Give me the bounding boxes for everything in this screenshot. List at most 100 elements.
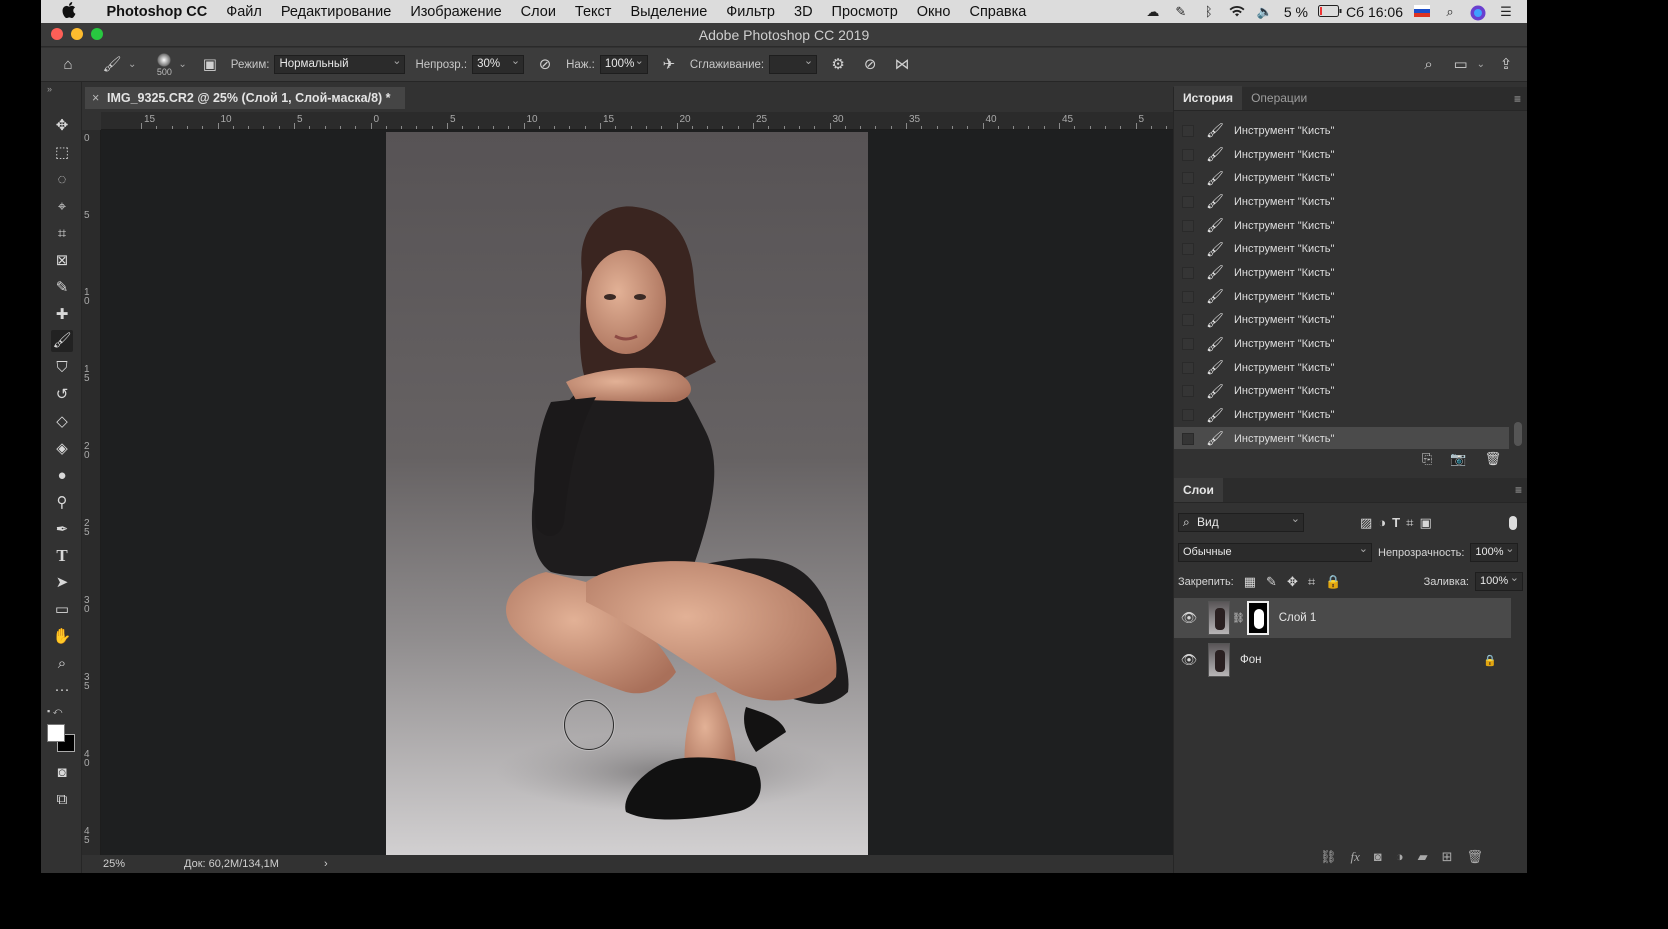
history-item[interactable]: 🖌 Инструмент "Кисть": [1174, 403, 1509, 427]
notification-center-icon[interactable]: ☰: [1497, 4, 1515, 19]
history-item[interactable]: 🖌 Инструмент "Кисть": [1174, 143, 1509, 167]
eyedropper-tool-icon[interactable]: ✎: [51, 277, 73, 299]
layer-name[interactable]: Фон: [1240, 654, 1262, 666]
zoom-window-button[interactable]: [91, 28, 103, 40]
workspace-layout-icon[interactable]: ▭: [1450, 54, 1472, 76]
layer-mask-thumbnail[interactable]: [1246, 601, 1269, 635]
adjustment-layer-icon[interactable]: ◑: [1396, 849, 1404, 865]
mode-dropdown[interactable]: Нормальный: [274, 53, 406, 74]
new-layer-icon[interactable]: ⊞: [1442, 849, 1453, 865]
chevron-down-icon[interactable]: ⌄: [178, 59, 186, 70]
history-brush-source-checkbox[interactable]: [1182, 290, 1194, 303]
history-brush-source-checkbox[interactable]: [1182, 385, 1194, 398]
history-brush-source-checkbox[interactable]: [1182, 361, 1194, 374]
crop-tool-icon[interactable]: ⌗: [51, 223, 73, 245]
smoothing-settings-gear-icon[interactable]: ⚙: [827, 54, 849, 76]
flag-icon[interactable]: [1413, 4, 1431, 19]
more-tools-icon[interactable]: ···: [51, 679, 73, 701]
clock[interactable]: Сб 16:06: [1346, 4, 1403, 20]
layer-fill-field[interactable]: 100%: [1475, 570, 1523, 591]
type-tool-icon[interactable]: T: [51, 545, 73, 567]
smoothing-field[interactable]: [769, 53, 818, 74]
tab-layers[interactable]: Слои: [1174, 478, 1223, 502]
layer-opacity-field[interactable]: 100%: [1470, 541, 1519, 562]
quick-selection-tool-icon[interactable]: ⌖: [51, 196, 73, 218]
panel-menu-icon[interactable]: ≡: [1515, 483, 1522, 497]
menu-image[interactable]: Изображение: [401, 4, 511, 20]
delete-layer-trash-icon[interactable]: 🗑: [1467, 849, 1484, 865]
menu-view[interactable]: Просмотр: [822, 4, 907, 20]
add-mask-icon[interactable]: ◙: [1374, 849, 1382, 865]
clone-stamp-tool-icon[interactable]: ⛉: [51, 357, 73, 379]
eraser-tool-icon[interactable]: ◇: [51, 411, 73, 433]
swap-colors-icon[interactable]: ▪ ⤺: [47, 706, 62, 717]
panel-menu-icon[interactable]: ≡: [1514, 92, 1521, 106]
filter-adjustment-icon[interactable]: ◑: [1378, 515, 1386, 530]
history-item[interactable]: 🖌 Инструмент "Кисть": [1174, 285, 1509, 309]
history-item[interactable]: 🖌 Инструмент "Кисть": [1174, 237, 1509, 261]
menu-text[interactable]: Текст: [565, 4, 621, 20]
menu-window[interactable]: Окно: [907, 4, 960, 20]
history-item[interactable]: 🖌 Инструмент "Кисть": [1174, 356, 1509, 380]
history-brush-source-checkbox[interactable]: [1182, 314, 1194, 327]
move-tool-icon[interactable]: ✥: [51, 115, 73, 137]
history-brush-source-checkbox[interactable]: [1182, 338, 1194, 351]
layer-lock-icon[interactable]: 🔒: [1483, 654, 1497, 667]
layer-thumbnail[interactable]: [1208, 601, 1230, 635]
lock-position-icon[interactable]: ✥: [1287, 574, 1298, 590]
pressure-opacity-icon[interactable]: ⊘: [534, 54, 556, 76]
rectangle-tool-icon[interactable]: ▭: [51, 599, 73, 621]
close-document-icon[interactable]: ×: [92, 87, 99, 109]
blend-mode-dropdown[interactable]: Обычные: [1178, 541, 1372, 562]
visibility-eye-icon[interactable]: 👁: [1174, 652, 1204, 668]
history-brush-source-checkbox[interactable]: [1182, 124, 1194, 137]
chevron-down-icon[interactable]: ⌄: [1477, 59, 1485, 70]
layer-style-fx-icon[interactable]: fx: [1351, 849, 1360, 865]
layer-name[interactable]: Слой 1: [1279, 612, 1317, 624]
bluetooth-icon[interactable]: ᛒ: [1200, 4, 1218, 19]
history-brush-source-checkbox[interactable]: [1182, 409, 1194, 422]
history-brush-source-checkbox[interactable]: [1182, 243, 1194, 256]
vertical-ruler[interactable]: 0 5 1 0 1 5 2 0 2 5 3 0 3 5 4 0 4 5: [82, 130, 101, 855]
history-item[interactable]: 🖌 Инструмент "Кисть": [1174, 119, 1509, 143]
filter-smart-object-icon[interactable]: ▣: [1419, 515, 1431, 531]
pressure-size-icon[interactable]: ⊘: [859, 54, 881, 76]
filter-pixel-icon[interactable]: ▨: [1360, 515, 1372, 531]
lock-transparent-pixels-icon[interactable]: ▦: [1244, 574, 1256, 590]
history-item[interactable]: 🖌 Инструмент "Кисть": [1174, 190, 1509, 214]
menu-layers[interactable]: Слои: [511, 4, 565, 20]
quick-mask-icon[interactable]: ◙: [51, 762, 73, 784]
tab-actions[interactable]: Операции: [1242, 86, 1316, 110]
history-item[interactable]: 🖌 Инструмент "Кисть": [1174, 261, 1509, 285]
history-brush-tool-icon[interactable]: ↺: [51, 384, 73, 406]
link-layers-icon[interactable]: ⛓: [1320, 849, 1337, 865]
apple-menu-icon[interactable]: [41, 1, 97, 22]
symmetry-butterfly-icon[interactable]: ⋈: [891, 54, 913, 76]
frame-tool-icon[interactable]: ⊠: [51, 250, 73, 272]
doc-size-info[interactable]: Док: 60,2M/134,1M: [184, 855, 279, 873]
layer-thumbnail[interactable]: [1208, 643, 1230, 677]
swift-icon[interactable]: ✎: [1172, 4, 1190, 19]
lock-artboard-icon[interactable]: ⌗: [1308, 574, 1315, 590]
horizontal-ruler[interactable]: 15 10 5 0 5 10 15 20 25 30 35 40 45 5: [101, 112, 1198, 130]
close-window-button[interactable]: [51, 28, 63, 40]
history-brush-source-checkbox[interactable]: [1182, 432, 1194, 445]
layer-filter-dropdown[interactable]: ⌕ Вид: [1178, 511, 1304, 532]
healing-brush-tool-icon[interactable]: ✚: [51, 304, 73, 326]
status-menu-arrow-icon[interactable]: ›: [324, 855, 328, 873]
blur-tool-icon[interactable]: ●: [51, 465, 73, 487]
pen-tool-icon[interactable]: ✒: [51, 519, 73, 541]
foreground-color-swatch[interactable]: [47, 724, 65, 742]
history-brush-source-checkbox[interactable]: [1182, 195, 1194, 208]
zoom-tool-icon[interactable]: ⌕: [51, 653, 73, 675]
paint-bucket-tool-icon[interactable]: ◈: [51, 438, 73, 460]
zoom-level[interactable]: 25%: [103, 855, 125, 873]
filter-toggle-icon[interactable]: [1509, 515, 1517, 530]
document-tab[interactable]: × IMG_9325.CR2 @ 25% (Слой 1, Слой-маска…: [85, 87, 405, 109]
filter-type-icon[interactable]: T: [1392, 515, 1400, 530]
layer-row-background[interactable]: 👁 Фон 🔒: [1174, 640, 1511, 680]
flow-field[interactable]: 100%: [599, 53, 648, 74]
history-item[interactable]: 🖌 Инструмент "Кисть": [1174, 332, 1509, 356]
filter-shape-icon[interactable]: ⌗: [1406, 515, 1413, 531]
volume-icon[interactable]: 🔈: [1256, 4, 1274, 19]
